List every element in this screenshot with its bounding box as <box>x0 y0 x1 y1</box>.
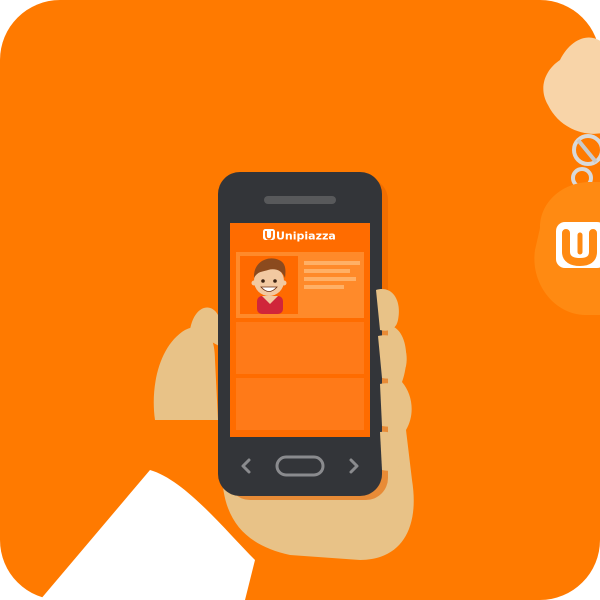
profile-line-1 <box>304 261 360 265</box>
illustration-canvas: Unipiazza <box>0 0 600 600</box>
content-card-2[interactable] <box>236 378 364 430</box>
profile-card[interactable] <box>236 252 364 318</box>
app-brand-text: Unipiazza <box>276 230 336 243</box>
profile-line-3 <box>304 277 356 281</box>
content-card-1[interactable] <box>236 322 364 374</box>
profile-line-2 <box>304 269 350 273</box>
phone-earpiece <box>264 196 336 204</box>
app-illustration: Unipiazza <box>0 0 600 600</box>
smartphone: Unipiazza <box>218 172 388 500</box>
keychain-logo-icon <box>556 222 600 268</box>
profile-line-4 <box>304 285 344 289</box>
